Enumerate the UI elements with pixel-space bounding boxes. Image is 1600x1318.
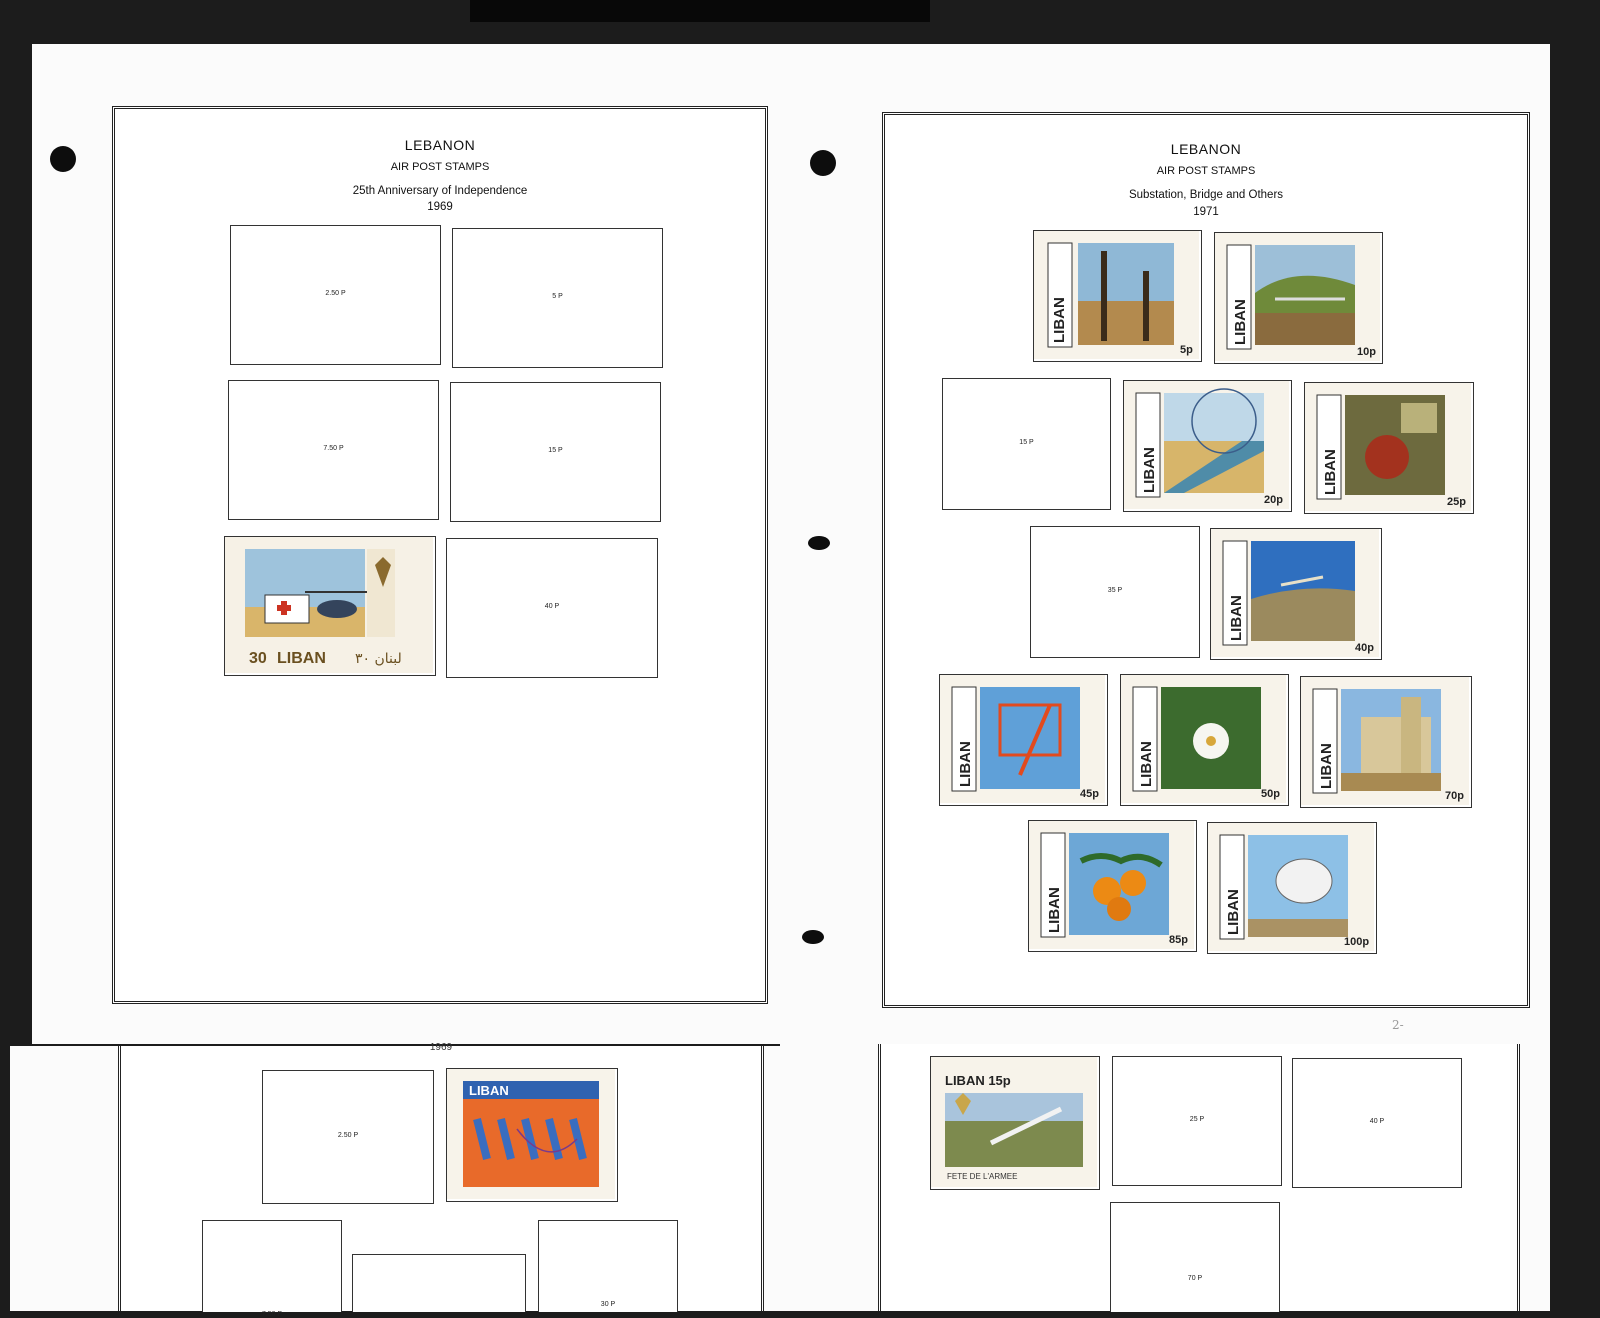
- svg-text:LIBAN: LIBAN: [1046, 887, 1063, 933]
- stamp-space: 30 P: [538, 1220, 678, 1312]
- issue-title: Substation, Bridge and Others: [1128, 189, 1284, 201]
- stamp-45p-radar: LIBAN 45p: [939, 674, 1108, 806]
- stamp-space: 15 P: [450, 382, 661, 522]
- svg-text:LIBAN: LIBAN: [1225, 889, 1242, 935]
- stamp-70p-building: LIBAN 70p: [1300, 676, 1472, 808]
- stamp-liban-athletes: LIBAN: [446, 1068, 618, 1202]
- stamp-space: 35 P: [1030, 526, 1200, 658]
- issue-title: 25th Anniversary of Independence: [352, 185, 528, 197]
- page-country-title: LEBANON: [1170, 141, 1242, 157]
- page-category-title: AIR POST STAMPS: [390, 161, 490, 173]
- svg-text:LIBAN: LIBAN: [1138, 741, 1155, 787]
- stamp-100p-satellite-dish: LIBAN 100p: [1207, 822, 1377, 954]
- binder-hole: [802, 930, 824, 944]
- stamp-50p-flower: LIBAN 50p: [1120, 674, 1289, 806]
- stamp-space: 70 P: [1110, 1202, 1280, 1312]
- issue-year-partial: 1969: [429, 1042, 453, 1053]
- stamp-space: 40 P: [1292, 1058, 1462, 1188]
- stamp-25p-machinery: LIBAN 25p: [1304, 382, 1474, 514]
- stamp-30p-ambulance: 30 LIBAN لبنان ٣٠: [224, 536, 436, 676]
- page-category-title: AIR POST STAMPS: [1156, 165, 1256, 177]
- stamp-space: 25 P: [1112, 1056, 1282, 1186]
- stamp-5p-substation: LIBAN 5p: [1033, 230, 1202, 362]
- svg-text:40p: 40p: [1355, 642, 1374, 654]
- svg-text:45p: 45p: [1080, 788, 1099, 800]
- pencil-mark: 2-: [1392, 1018, 1404, 1032]
- stamp-space: 2.50 P: [230, 225, 441, 365]
- stamp-space: 2.50 P: [262, 1070, 434, 1204]
- stamp-space: 5 P: [452, 228, 663, 368]
- svg-text:25p: 25p: [1447, 496, 1466, 508]
- svg-text:LIBAN: LIBAN: [1051, 297, 1068, 343]
- svg-text:LIBAN: LIBAN: [1322, 449, 1339, 495]
- svg-text:LIBAN: LIBAN: [1232, 299, 1249, 345]
- svg-text:LIBAN: LIBAN: [1228, 595, 1245, 641]
- svg-text:LIBAN: LIBAN: [469, 1083, 509, 1098]
- stamp-20p-highway: LIBAN 20p: [1123, 380, 1292, 512]
- stamp-85p-oranges: LIBAN 85p: [1028, 820, 1197, 952]
- stamp-15p-army-day: LIBAN 15p FETE DE L'ARMEE: [930, 1056, 1100, 1190]
- svg-text:LIBAN: LIBAN: [1141, 447, 1158, 493]
- svg-text:20p: 20p: [1264, 494, 1283, 506]
- stamp-space: 7.50 P: [228, 380, 439, 520]
- svg-text:70p: 70p: [1445, 790, 1464, 802]
- svg-text:LIBAN 15p: LIBAN 15p: [945, 1073, 1011, 1088]
- binder-hole: [810, 150, 836, 176]
- svg-text:LIBAN: LIBAN: [277, 650, 326, 667]
- stamp-space: 7.50 P: [202, 1220, 342, 1318]
- stamp-10p-bridge: LIBAN 10p: [1214, 232, 1383, 364]
- svg-text:FETE DE L'ARMEE: FETE DE L'ARMEE: [947, 1172, 1017, 1181]
- svg-text:10p: 10p: [1357, 346, 1376, 358]
- page-country-title: LEBANON: [404, 137, 476, 153]
- stamp-image: 30 LIBAN لبنان ٣٠: [225, 537, 433, 673]
- page-frame-right: LEBANON AIR POST STAMPS Substation, Brid…: [882, 112, 1530, 1008]
- svg-text:LIBAN: LIBAN: [1318, 743, 1335, 789]
- binder-hole: [808, 536, 830, 550]
- svg-text:100p: 100p: [1344, 936, 1369, 948]
- top-binder-edge: [470, 0, 930, 22]
- issue-year: 1969: [427, 201, 453, 213]
- svg-text:5p: 5p: [1180, 344, 1193, 356]
- stamp-space: 15 P: [942, 378, 1111, 510]
- svg-text:50p: 50p: [1261, 788, 1280, 800]
- stamp-space: [352, 1254, 526, 1312]
- issue-year: 1971: [1193, 206, 1219, 218]
- svg-text:30: 30: [249, 650, 267, 667]
- svg-text:85p: 85p: [1169, 934, 1188, 946]
- stamp-space: 40 P: [446, 538, 658, 678]
- svg-text:لبنان ٣٠: لبنان ٣٠: [355, 651, 402, 667]
- binder-hole: [50, 146, 76, 172]
- stamp-40p-port: LIBAN 40p: [1210, 528, 1382, 660]
- svg-text:LIBAN: LIBAN: [957, 741, 974, 787]
